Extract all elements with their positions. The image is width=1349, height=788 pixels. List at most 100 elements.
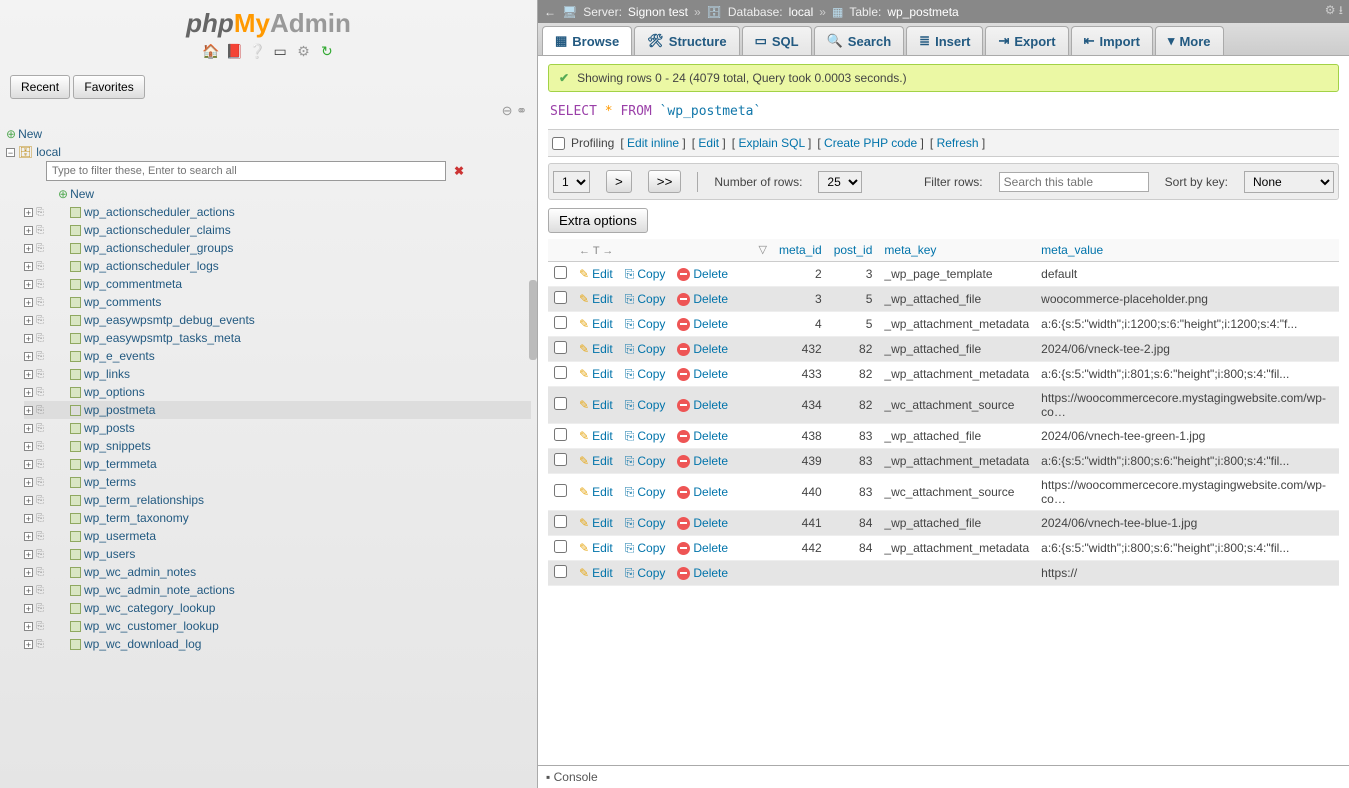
table-node[interactable]: +⎘wp_options	[24, 383, 531, 401]
column-meta_key[interactable]: meta_key	[878, 239, 1035, 262]
server-link[interactable]: Signon test	[628, 5, 688, 19]
expand-toggle-icon[interactable]: +	[24, 262, 33, 271]
table-node[interactable]: +⎘wp_wc_admin_note_actions	[24, 581, 531, 599]
table-node[interactable]: +⎘wp_commentmeta	[24, 275, 531, 293]
new-db-link[interactable]: ⊕New	[6, 125, 531, 143]
row-copy-link[interactable]: ⎘Copy	[625, 367, 666, 382]
expand-toggle-icon[interactable]: +	[24, 406, 33, 415]
row-checkbox[interactable]	[554, 397, 567, 410]
table-node[interactable]: +⎘wp_easywpsmtp_debug_events	[24, 311, 531, 329]
row-checkbox[interactable]	[554, 366, 567, 379]
table-node[interactable]: +⎘wp_easywpsmtp_tasks_meta	[24, 329, 531, 347]
column-meta_value[interactable]: meta_value	[1035, 239, 1339, 262]
row-edit-link[interactable]: ✎Edit	[579, 454, 613, 468]
table-node[interactable]: +⎘wp_actionscheduler_actions	[24, 203, 531, 221]
table-node[interactable]: +⎘wp_wc_download_log	[24, 635, 531, 653]
row-delete-link[interactable]: Delete	[677, 485, 728, 499]
row-edit-link[interactable]: ✎Edit	[579, 342, 613, 356]
expand-toggle-icon[interactable]: +	[24, 604, 33, 613]
table-node[interactable]: +⎘wp_actionscheduler_claims	[24, 221, 531, 239]
table-node[interactable]: +⎘wp_actionscheduler_groups	[24, 239, 531, 257]
expand-toggle-icon[interactable]: +	[24, 370, 33, 379]
table-node[interactable]: +⎘wp_users	[24, 545, 531, 563]
column-meta_id[interactable]: meta_id	[773, 239, 828, 262]
row-delete-link[interactable]: Delete	[677, 429, 728, 443]
edit-link[interactable]: Edit	[698, 136, 719, 150]
expand-toggle-icon[interactable]: +	[24, 532, 33, 541]
expand-toggle-icon[interactable]: +	[24, 478, 33, 487]
table-link[interactable]: wp_postmeta	[887, 5, 958, 19]
tab-sql[interactable]: ▭SQL	[742, 26, 812, 55]
expand-toggle-icon[interactable]: +	[24, 316, 33, 325]
expand-toggle-icon[interactable]: +	[24, 280, 33, 289]
row-checkbox[interactable]	[554, 484, 567, 497]
expand-toggle-icon[interactable]: +	[24, 208, 33, 217]
row-copy-link[interactable]: ⎘Copy	[625, 292, 666, 307]
favorites-button[interactable]: Favorites	[73, 75, 144, 99]
row-delete-link[interactable]: Delete	[677, 317, 728, 331]
expand-toggle-icon[interactable]: +	[24, 244, 33, 253]
expand-toggle-icon[interactable]: +	[24, 514, 33, 523]
link-icon[interactable]: ⚭	[516, 103, 527, 118]
row-copy-link[interactable]: ⎘Copy	[625, 566, 666, 581]
row-copy-link[interactable]: ⎘Copy	[625, 541, 666, 556]
expand-toggle-icon[interactable]: +	[24, 460, 33, 469]
edit-inline-link[interactable]: Edit inline	[627, 136, 679, 150]
create-php-link[interactable]: Create PHP code	[824, 136, 917, 150]
help-icon[interactable]: ❔	[249, 43, 265, 59]
row-edit-link[interactable]: ✎Edit	[579, 541, 613, 555]
filter-rows-input[interactable]	[999, 172, 1149, 192]
table-node[interactable]: +⎘wp_posts	[24, 419, 531, 437]
row-edit-link[interactable]: ✎Edit	[579, 485, 613, 499]
table-node[interactable]: +⎘wp_wc_admin_notes	[24, 563, 531, 581]
row-delete-link[interactable]: Delete	[677, 342, 728, 356]
row-edit-link[interactable]: ✎Edit	[579, 292, 613, 306]
sort-select[interactable]: None	[1244, 171, 1334, 193]
row-copy-link[interactable]: ⎘Copy	[625, 516, 666, 531]
recent-button[interactable]: Recent	[10, 75, 70, 99]
db-link[interactable]: local	[789, 5, 814, 19]
expand-toggle-icon[interactable]: +	[24, 388, 33, 397]
table-node[interactable]: +⎘wp_usermeta	[24, 527, 531, 545]
extra-options-button[interactable]: Extra options	[548, 208, 648, 233]
row-edit-link[interactable]: ✎Edit	[579, 398, 613, 412]
row-delete-link[interactable]: Delete	[677, 541, 728, 555]
table-node[interactable]: +⎘wp_links	[24, 365, 531, 383]
table-node[interactable]: +⎘wp_terms	[24, 473, 531, 491]
expand-toggle-icon[interactable]: +	[24, 550, 33, 559]
table-filter-input[interactable]	[46, 161, 446, 181]
sidebar-scrollbar[interactable]	[529, 280, 537, 360]
exit-icon[interactable]: 📕	[225, 43, 241, 59]
tab-more[interactable]: ▾More	[1155, 26, 1224, 55]
row-checkbox[interactable]	[554, 266, 567, 279]
row-delete-link[interactable]: Delete	[677, 367, 728, 381]
page-select[interactable]: 1	[553, 171, 590, 193]
profiling-checkbox[interactable]	[552, 137, 565, 150]
row-copy-link[interactable]: ⎘Copy	[625, 342, 666, 357]
tab-search[interactable]: 🔍Search	[814, 26, 905, 55]
tab-browse[interactable]: ▦Browse	[542, 26, 632, 55]
gear-icon[interactable]: ⚙	[296, 43, 312, 59]
row-delete-link[interactable]: Delete	[677, 516, 728, 530]
sort-arrows-icon[interactable]: ← T →	[579, 245, 613, 257]
row-checkbox[interactable]	[554, 316, 567, 329]
row-copy-link[interactable]: ⎘Copy	[625, 454, 666, 469]
row-copy-link[interactable]: ⎘Copy	[625, 485, 666, 500]
row-checkbox[interactable]	[554, 291, 567, 304]
row-checkbox[interactable]	[554, 565, 567, 578]
logo[interactable]: phpMyAdmin	[0, 8, 537, 39]
expand-toggle-icon[interactable]: +	[24, 298, 33, 307]
expand-toggle-icon[interactable]: +	[24, 586, 33, 595]
expand-toggle-icon[interactable]: +	[24, 424, 33, 433]
column-post_id[interactable]: post_id	[828, 239, 879, 262]
row-checkbox[interactable]	[554, 428, 567, 441]
expand-toggle-icon[interactable]: +	[24, 568, 33, 577]
row-delete-link[interactable]: Delete	[677, 267, 728, 281]
expand-toggle-icon[interactable]: +	[24, 622, 33, 631]
clear-filter-icon[interactable]: ✖	[454, 164, 464, 178]
table-node[interactable]: +⎘wp_comments	[24, 293, 531, 311]
next-page-button[interactable]: >	[606, 170, 632, 193]
refresh-link[interactable]: Refresh	[937, 136, 979, 150]
tab-import[interactable]: ⇤Import	[1071, 26, 1153, 55]
expand-toggle-icon[interactable]: +	[24, 226, 33, 235]
